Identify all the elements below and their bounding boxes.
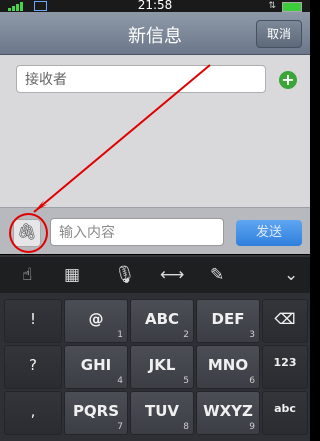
key-8[interactable]: TUV 8 — [130, 391, 194, 435]
highlight-circle — [9, 213, 48, 253]
microphone-icon[interactable]: 🎙 — [114, 265, 136, 285]
backspace-key[interactable]: ⌫ — [262, 299, 308, 343]
message-input[interactable]: 输入内容 — [50, 218, 224, 246]
key-3[interactable]: DEF 3 — [196, 299, 260, 343]
punct-key-comma[interactable]: , — [4, 391, 62, 435]
keyboard: ! ? , @1 ABC 2 DEF 3 ⌫ GHI 4 JKL 5 MNO 6 123 … — [0, 293, 310, 441]
pen-icon[interactable]: ✎ — [210, 265, 224, 285]
chevron-down-icon[interactable]: ⌄ — [284, 265, 298, 285]
key-4[interactable]: GHI 4 — [64, 345, 128, 389]
nav-bar: 新信息 取消 — [0, 12, 310, 55]
clock: 21:58 — [137, 0, 173, 12]
punct-key-exclamation[interactable]: ! — [4, 299, 62, 343]
battery-icon — [282, 2, 302, 12]
composer-bar: 🖇 输入内容 发送 — [0, 207, 310, 254]
send-button[interactable]: 发送 — [236, 220, 302, 246]
key-2[interactable]: ABC 2 — [130, 299, 194, 343]
layout-icon[interactable]: ▦ — [64, 265, 80, 285]
status-bar: 21:58 ⇅ — [0, 0, 310, 12]
gesture-icon[interactable]: ☝ — [22, 265, 32, 285]
abc-key[interactable]: abc — [262, 391, 308, 435]
data-transfer-icon: ⇅ — [268, 1, 276, 11]
key-5[interactable]: JKL 5 — [130, 345, 194, 389]
punct-key-question[interactable]: ? — [4, 345, 62, 389]
key-9[interactable]: WXYZ 9 — [196, 391, 260, 435]
key-7[interactable]: PQRS 7 — [64, 391, 128, 435]
cursor-icon[interactable]: ⟷ — [160, 265, 184, 285]
keyboard-toolbar: ☝ ▦ 🎙 ⟷ ✎ ⌄ — [0, 255, 310, 295]
cancel-button[interactable]: 取消 — [256, 20, 302, 48]
message-compose-area: 接收者 + — [0, 55, 310, 207]
add-recipient-icon[interactable]: + — [279, 71, 297, 89]
numbers-key[interactable]: 123 — [262, 345, 308, 389]
key-1[interactable]: @1 — [64, 299, 128, 343]
recipient-field[interactable]: 接收者 — [16, 65, 266, 93]
key-6[interactable]: MNO 6 — [196, 345, 260, 389]
